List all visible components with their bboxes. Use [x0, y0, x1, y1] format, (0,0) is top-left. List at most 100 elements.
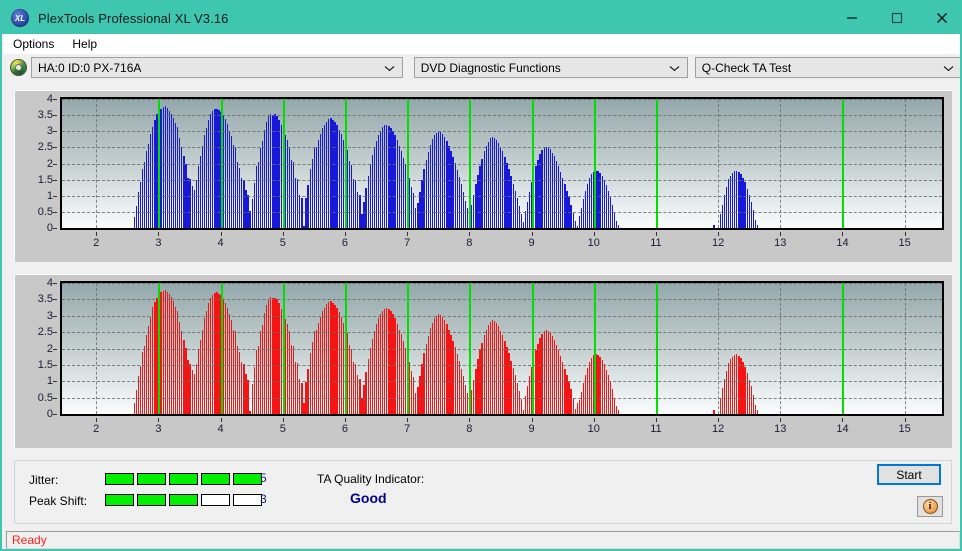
chart-bar — [605, 185, 607, 228]
peak-shift-chart-plot — [60, 281, 944, 416]
meter-cell — [201, 473, 230, 485]
chart-bar — [284, 135, 286, 228]
x-axis-label: 5 — [279, 423, 286, 435]
maximize-icon[interactable] — [874, 2, 919, 34]
chart-bar — [181, 330, 183, 414]
toolbar: HA:0 ID:0 PX-716A DVD Diagnostic Functio… — [4, 54, 960, 81]
close-icon[interactable] — [919, 2, 960, 34]
chevron-down-icon — [669, 61, 680, 75]
chart-bar — [239, 352, 241, 414]
chart-bar — [491, 137, 494, 228]
x-axis-label: 10 — [587, 237, 600, 249]
chart-bar — [727, 178, 730, 228]
chart-bar — [518, 206, 520, 228]
chart-bar — [371, 338, 373, 414]
chart-bar — [216, 108, 218, 228]
start-button[interactable]: Start — [877, 464, 941, 485]
x-axis-label: 4 — [217, 237, 224, 249]
chart-bar — [166, 291, 168, 414]
chart-bar — [448, 145, 450, 228]
sector-marker — [282, 99, 285, 228]
chart-bar — [353, 362, 355, 414]
chart-bar — [307, 185, 309, 228]
chart-bar — [537, 159, 539, 228]
peak-shift-meter — [105, 494, 262, 506]
y-axis-tick — [53, 195, 57, 197]
x-axis-tick — [718, 232, 720, 236]
chart-bar — [713, 410, 715, 414]
chart-bar — [423, 169, 425, 228]
chart-bar — [212, 111, 214, 228]
y-axis-tick — [53, 364, 57, 366]
chart-bar — [452, 340, 454, 414]
x-axis-tick — [469, 232, 471, 236]
info-button[interactable]: i — [917, 496, 943, 517]
chart-bar — [342, 140, 344, 228]
y-axis-tick — [53, 147, 57, 149]
x-axis-tick — [780, 418, 782, 422]
peak-shift-chart-y-axis: 0 0.5 1 1.5 2 2.5 3 3.5 4 — [15, 275, 57, 448]
chart-bar — [446, 324, 448, 414]
chart-bar — [529, 191, 531, 228]
function-select-value: DVD Diagnostic Functions — [420, 60, 561, 75]
chart-bar — [510, 360, 512, 414]
chart-bar — [143, 345, 146, 414]
chart-bar — [396, 140, 398, 228]
chart-bar — [713, 225, 715, 228]
minimize-icon[interactable] — [829, 2, 874, 34]
chart-bar — [411, 371, 413, 414]
sector-marker — [531, 99, 534, 228]
ta-quality-label: TA Quality Indicator: — [317, 472, 425, 486]
drive-select-value: HA:0 ID:0 PX-716A — [38, 60, 142, 75]
gridline-vertical — [780, 99, 782, 228]
chart-bar — [212, 294, 214, 414]
chart-bar — [170, 296, 173, 414]
drive-select[interactable]: HA:0 ID:0 PX-716A — [31, 57, 403, 78]
chart-bar — [297, 363, 299, 414]
chart-bar — [261, 324, 264, 414]
chart-bar — [572, 212, 574, 228]
chart-bar — [736, 354, 738, 414]
x-axis-label: 3 — [155, 423, 162, 435]
x-axis-label: 15 — [898, 237, 911, 249]
x-axis-label: 3 — [155, 237, 162, 249]
sector-marker — [220, 99, 223, 228]
y-axis-tick — [53, 211, 57, 213]
chart-bar — [487, 141, 489, 228]
chart-bar — [545, 329, 547, 414]
gridline-vertical — [96, 283, 98, 414]
x-axis-tick — [531, 418, 533, 422]
chart-bar — [139, 182, 141, 228]
chart-bar — [483, 334, 485, 414]
chart-bar — [253, 366, 255, 414]
chart-bar — [342, 322, 344, 414]
x-axis-label: 13 — [774, 237, 787, 249]
sector-marker — [158, 283, 161, 414]
gridline-horizontal — [62, 299, 942, 301]
sector-marker — [220, 283, 223, 414]
x-axis-tick — [158, 418, 160, 422]
y-axis-label: 3.5 — [37, 293, 53, 306]
meter-cell — [233, 473, 262, 485]
test-select[interactable]: Q-Check TA Test — [694, 57, 960, 78]
title-bar: XL PlexTools Professional XL V3.16 — [2, 2, 960, 34]
chart-bar — [375, 140, 378, 228]
chart-bar — [740, 357, 742, 414]
chart-bar — [253, 182, 255, 228]
gridline-horizontal — [62, 163, 942, 165]
chart-bar — [234, 146, 237, 228]
menu-item-help[interactable]: Help — [63, 34, 106, 54]
chart-bar — [346, 149, 349, 228]
menu-item-options[interactable]: Options — [4, 34, 63, 54]
x-axis-label: 8 — [466, 423, 473, 435]
function-select[interactable]: DVD Diagnostic Functions — [413, 57, 688, 78]
chart-bar — [411, 186, 413, 228]
x-axis-tick — [780, 232, 782, 236]
chart-bar — [591, 357, 593, 414]
x-axis-label: 12 — [711, 423, 725, 435]
chart-bar — [574, 220, 576, 228]
peak-shift-label: Peak Shift: — [29, 494, 88, 508]
chart-bar — [522, 410, 525, 414]
gridline-horizontal — [62, 115, 942, 117]
chart-bar — [491, 320, 494, 414]
